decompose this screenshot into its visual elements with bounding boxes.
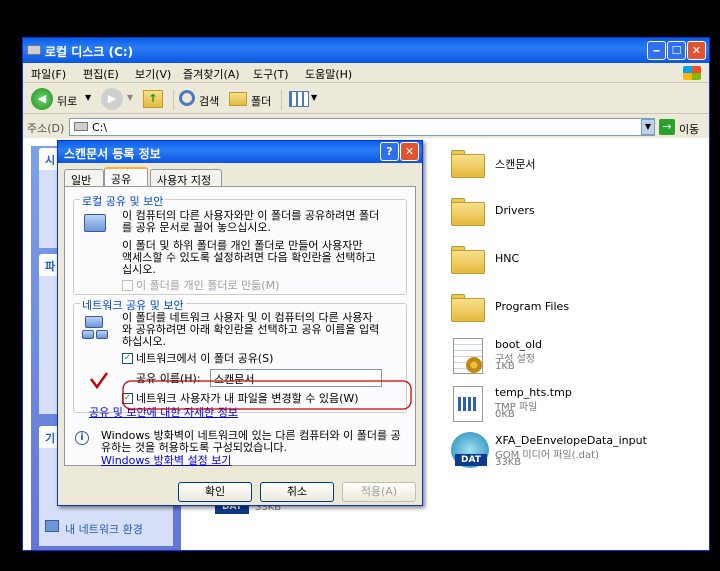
minimize-button[interactable]: ‒ <box>647 41 666 60</box>
file-item[interactable]: Drivers <box>451 194 709 240</box>
network-text-line: 하십시오. <box>122 335 166 348</box>
address-bar: 주소(D) C:\ ▼ → 이동 <box>23 116 709 138</box>
address-dropdown-icon[interactable]: ▼ <box>641 119 655 135</box>
dialog-title: 스캔문서 등록 정보 <box>64 147 161 161</box>
drive-icon <box>27 45 41 55</box>
private-folder-label: 이 폴더를 개인 폴더로 만듦(M) <box>136 279 280 292</box>
network-places-icon <box>45 520 59 532</box>
apply-button[interactable]: 적용(A) <box>342 482 416 502</box>
file-item[interactable]: temp_hts.tmp TMP 파일 0KB <box>451 384 709 430</box>
share-folder-label: 네트워크에서 이 폴더 공유(S) <box>136 352 274 365</box>
views-icon[interactable] <box>289 91 309 107</box>
folders-icon[interactable] <box>229 92 247 106</box>
sharing-panel: 로컬 공유 및 보안 이 컴퓨터의 다른 사용자와만 이 폴더를 공유하려면 폴… <box>64 186 416 467</box>
forward-dropdown-icon[interactable]: ▼ <box>127 93 133 102</box>
local-sharing-group: 로컬 공유 및 보안 이 컴퓨터의 다른 사용자와만 이 폴더를 공유하려면 폴… <box>73 193 407 295</box>
go-button-label[interactable]: 이동 <box>679 121 699 137</box>
search-button-label[interactable]: 검색 <box>199 93 219 109</box>
close-button[interactable]: ✕ <box>687 41 706 60</box>
tab-general[interactable]: 일반 <box>64 169 104 187</box>
file-item[interactable]: Program Files <box>451 290 709 336</box>
folder-icon <box>451 294 485 322</box>
network-icon <box>82 316 110 340</box>
computer-users-icon <box>84 214 106 232</box>
explorer-titlebar[interactable]: 로컬 디스크 (C:) ‒ ☐ ✕ <box>23 38 709 63</box>
file-item[interactable]: 스캔문서 <box>451 146 709 192</box>
menu-help[interactable]: 도움말(H) <box>305 66 352 82</box>
drive-small-icon <box>74 122 88 131</box>
menu-favorites[interactable]: 즐겨찾기(A) <box>183 66 240 82</box>
folder-icon <box>451 150 485 178</box>
explorer-title: 로컬 디스크 (C:) <box>45 45 134 59</box>
file-item[interactable]: DAT XFA_DeEnvelopeData_input GOM 미디어 파일(… <box>451 432 709 478</box>
go-arrow-icon[interactable]: → <box>659 119 675 135</box>
tmp-file-icon <box>453 386 483 422</box>
file-size: 33KB <box>495 457 522 468</box>
file-item[interactable]: boot_old 구성 설정 1KB <box>451 336 709 382</box>
menu-view[interactable]: 보기(V) <box>135 66 171 82</box>
file-name: Drivers <box>495 204 535 217</box>
dat-file-icon: DAT <box>451 432 489 468</box>
cancel-button[interactable]: 취소 <box>260 482 334 502</box>
file-name: 스캔문서 <box>495 158 536 171</box>
firewall-text-line: 유하는 것을 허용하도록 구성되었습니다. <box>101 441 288 454</box>
help-button[interactable]: ? <box>380 142 399 161</box>
forward-arrow-icon[interactable]: ▶ <box>101 88 123 110</box>
address-value: C:\ <box>92 121 108 134</box>
dialog-titlebar[interactable]: 스캔문서 등록 정보 ? ✕ <box>58 141 422 163</box>
settings-file-icon <box>453 338 483 374</box>
properties-dialog: 스캔문서 등록 정보 ? ✕ 일반 공유 사용자 지정 로컬 공유 및 보안 이… <box>57 140 423 506</box>
folder-icon <box>451 246 485 274</box>
info-icon: i <box>75 431 89 445</box>
local-text-line: 를 공유 문서로 끌어 놓으십시오. <box>122 221 272 234</box>
maximize-button[interactable]: ☐ <box>667 41 686 60</box>
menu-bar: 파일(F) 편집(E) 보기(V) 즐겨찾기(A) 도구(T) 도움말(H) <box>23 63 709 83</box>
file-size: 1KB <box>495 361 515 372</box>
dialog-close-button[interactable]: ✕ <box>400 142 419 161</box>
private-text-line: 액세스할 수 있도록 설정하려면 다음 확인란을 선택하고 <box>122 251 376 264</box>
red-annotation-mark <box>90 372 412 410</box>
dialog-tabs: 일반 공유 사용자 지정 <box>64 167 416 187</box>
private-folder-checkbox[interactable]: ✓ <box>122 280 133 291</box>
toolbar: ◀ 뒤로 ▼ ▶ ▼ ↑ 검색 폴더 ▼ <box>23 84 709 114</box>
address-label: 주소(D) <box>27 122 65 135</box>
windows-logo-icon <box>683 66 701 80</box>
back-arrow-icon[interactable]: ◀ <box>31 88 53 110</box>
file-name: HNC <box>495 252 520 265</box>
back-dropdown-icon[interactable]: ▼ <box>85 93 91 102</box>
back-button-label[interactable]: 뒤로 <box>57 93 77 109</box>
toolbar-divider-2 <box>281 90 282 110</box>
file-size: 0KB <box>495 409 515 420</box>
address-input[interactable]: C:\ <box>69 118 655 136</box>
share-folder-checkbox[interactable]: ✓ <box>122 353 133 364</box>
toolbar-divider <box>173 90 174 110</box>
menu-tools[interactable]: 도구(T) <box>253 66 289 82</box>
private-text-line: 십시오. <box>122 263 156 276</box>
search-icon[interactable] <box>179 90 195 106</box>
network-places-link[interactable]: 내 네트워크 환경 <box>65 521 143 537</box>
folders-button-label[interactable]: 폴더 <box>251 93 271 109</box>
menu-edit[interactable]: 편집(E) <box>83 66 119 82</box>
tab-customize[interactable]: 사용자 지정 <box>150 169 222 187</box>
folder-icon <box>451 198 485 226</box>
local-sharing-title: 로컬 공유 및 보안 <box>80 193 166 209</box>
file-item[interactable]: HNC <box>451 242 709 288</box>
tab-sharing[interactable]: 공유 <box>104 167 148 187</box>
up-folder-icon[interactable]: ↑ <box>143 90 163 108</box>
firewall-settings-link[interactable]: Windows 방화벽 설정 보기 <box>101 455 231 467</box>
ok-button[interactable]: 확인 <box>178 482 252 502</box>
menu-file[interactable]: 파일(F) <box>31 66 66 82</box>
views-dropdown-icon[interactable]: ▼ <box>311 93 317 102</box>
file-name: Program Files <box>495 300 570 313</box>
